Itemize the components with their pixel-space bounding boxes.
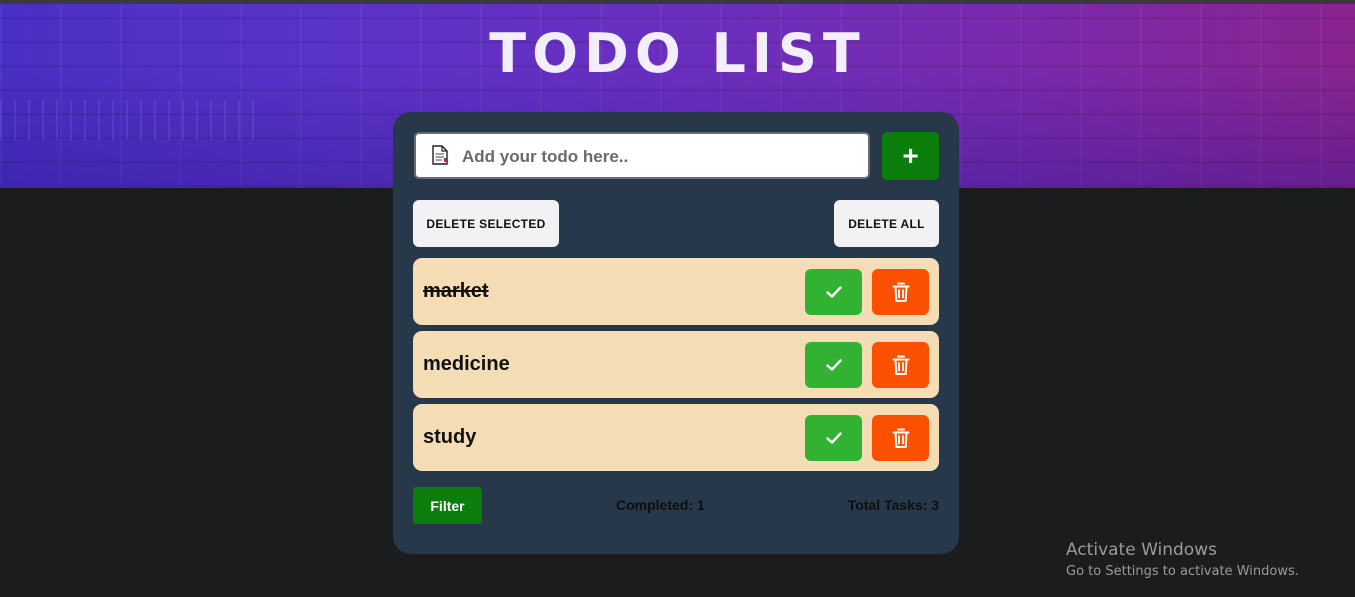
total-count: Total Tasks: 3 <box>847 497 939 513</box>
todo-item-text: market <box>423 280 489 302</box>
todo-item: market <box>413 258 939 325</box>
completed-count: Completed: 1 <box>616 497 705 513</box>
delete-all-label: DELETE ALL <box>848 216 925 231</box>
delete-selected-button[interactable]: DELETE SELECTED <box>413 200 559 247</box>
check-icon <box>825 286 842 298</box>
filter-button[interactable]: Filter <box>413 487 482 524</box>
todo-input-wrapper[interactable] <box>414 132 870 179</box>
delete-button[interactable] <box>872 415 929 461</box>
filter-label: Filter <box>430 497 465 514</box>
delete-button[interactable] <box>872 269 929 315</box>
delete-all-button[interactable]: DELETE ALL <box>834 200 939 247</box>
delete-selected-label: DELETE SELECTED <box>426 216 546 231</box>
complete-button[interactable] <box>805 342 862 388</box>
add-todo-button[interactable]: + <box>882 132 939 180</box>
todo-input[interactable] <box>460 134 864 179</box>
watermark-subtitle: Go to Settings to activate Windows. <box>1066 564 1299 579</box>
watermark-title: Activate Windows <box>1066 540 1217 560</box>
check-icon <box>825 359 842 371</box>
trash-icon <box>892 355 909 375</box>
page-title: TODO LIST <box>489 22 866 85</box>
complete-button[interactable] <box>805 269 862 315</box>
todo-item-text: medicine <box>423 353 510 375</box>
todo-item-text: study <box>423 426 477 448</box>
todo-item: medicine <box>413 331 939 398</box>
plus-icon: + <box>902 140 919 171</box>
document-icon <box>432 145 448 165</box>
activation-watermark: Activate Windows Go to Settings to activ… <box>1066 540 1299 579</box>
delete-button[interactable] <box>872 342 929 388</box>
trash-icon <box>892 428 909 448</box>
banner-railing <box>0 100 260 140</box>
check-icon <box>825 432 842 444</box>
trash-icon <box>892 282 909 302</box>
todo-item: study <box>413 404 939 471</box>
complete-button[interactable] <box>805 415 862 461</box>
todo-card: + DELETE SELECTED DELETE ALL market medi… <box>393 112 959 554</box>
